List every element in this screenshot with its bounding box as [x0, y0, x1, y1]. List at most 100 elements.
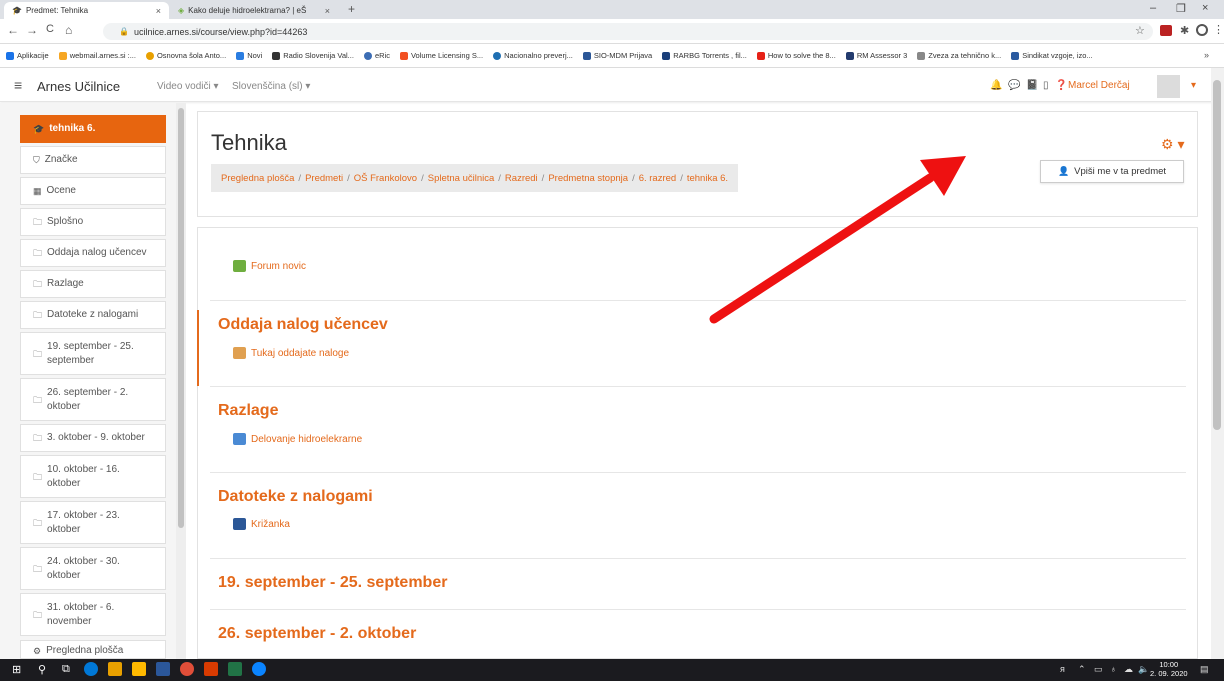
sidebar-item-week-10okt[interactable]: 🗀 10. oktober - 16. oktober [20, 455, 166, 498]
minimize-button[interactable]: – [1150, 2, 1156, 14]
breadcrumb-link[interactable]: Predmetna stopnja [548, 173, 628, 184]
help-icon[interactable]: ❓ [1055, 80, 1067, 91]
chrome-icon[interactable] [180, 662, 194, 676]
gear-icon[interactable]: ⚙ ▾ [1161, 136, 1184, 153]
chevron-up-icon[interactable]: ⌃ [1078, 664, 1086, 675]
sidebar-item-razlage[interactable]: 🗀 Razlage [20, 270, 166, 298]
new-tab-button[interactable]: + [348, 2, 355, 16]
breadcrumb-link[interactable]: OŠ Frankolovo [354, 173, 417, 184]
video-guides-menu[interactable]: Video vodiči ▾ [157, 81, 219, 92]
url-input[interactable]: 🔒 ucilnice.arnes.si/course/view.php?id=4… [103, 23, 1153, 40]
breadcrumb-link[interactable]: 6. razred [639, 173, 677, 184]
extension-icon[interactable] [1160, 25, 1172, 36]
sidebar-item-week-19sep[interactable]: 🗀 19. september - 25. september [20, 332, 166, 375]
taskbar-clock[interactable]: 10:00 2. 09. 2020 [1150, 660, 1188, 678]
breadcrumb-link[interactable]: Razredi [505, 173, 538, 184]
tab-hidroelektrarna[interactable]: ◈ Kako deluje hidroelektrarna? | eŠ × [170, 2, 338, 19]
sidebar-scrollbar-thumb[interactable] [178, 108, 184, 528]
profile-icon[interactable] [1196, 24, 1208, 36]
site-name-link[interactable]: Arnes Učilnice [37, 79, 120, 94]
breadcrumb-link[interactable]: tehnika 6. [687, 173, 728, 184]
windows-start-icon[interactable]: ⊞ [12, 663, 21, 676]
bookmark-item[interactable]: How to solve the 8... [756, 51, 836, 60]
book-icon[interactable]: 📓 [1026, 80, 1038, 91]
antivirus-icon[interactable]: ♁ [1110, 664, 1117, 674]
language-menu[interactable]: Slovenščina (sl) ▾ [232, 81, 310, 92]
bookmark-item[interactable]: webmail.arnes.si :... [58, 51, 136, 60]
sidebar-item-splosno[interactable]: 🗀 Splošno [20, 208, 166, 236]
sidebar-item-dashboard[interactable]: ⚙ Pregledna plošča [20, 640, 166, 659]
bookmark-item[interactable]: Volume Licensing S... [399, 51, 483, 60]
bookmark-item[interactable]: Novi [236, 51, 262, 60]
home-button[interactable]: ⌂ [65, 23, 72, 37]
page-scrollbar-thumb[interactable] [1213, 80, 1221, 430]
sidebar-item-znacke[interactable]: ⛉ Značke [20, 146, 166, 174]
people-icon[interactable]: ᴙ [1060, 664, 1065, 674]
sidebar-item-week-17okt[interactable]: 🗀 17. oktober - 23. oktober [20, 501, 166, 544]
activity-file[interactable]: Križanka [233, 518, 290, 530]
sidebar-item-week-31okt[interactable]: 🗀 31. oktober - 6. november [20, 593, 166, 636]
close-window-button[interactable]: × [1202, 2, 1208, 14]
bell-icon[interactable]: 🔔 [990, 80, 1002, 91]
sidebar-item-ocene[interactable]: ▦ Ocene [20, 177, 166, 205]
extensions-puzzle-icon[interactable]: ✱ [1180, 24, 1189, 37]
section-title[interactable]: Datoteke z nalogami [218, 488, 373, 506]
breadcrumb-link[interactable]: Pregledna plošča [221, 173, 294, 184]
onedrive-icon[interactable]: ☁ [1124, 664, 1133, 675]
section-title[interactable]: 19. september - 25. september [218, 574, 447, 592]
bookmark-item[interactable]: RARBG Torrents , fil... [662, 51, 747, 60]
sidebar-item-tehnika[interactable]: 🎓 tehnika 6. [20, 115, 166, 143]
reload-button[interactable]: C [46, 23, 54, 35]
activity-forum[interactable]: Forum novic [233, 260, 306, 272]
excel-icon[interactable] [228, 662, 242, 676]
bookmark-item[interactable]: eRic [363, 51, 390, 60]
store-icon[interactable] [132, 662, 146, 676]
section-title[interactable]: Oddaja nalog učencev [218, 316, 388, 334]
bookmark-star-icon[interactable]: ☆ [1135, 24, 1145, 37]
breadcrumb-link[interactable]: Spletna učilnica [428, 173, 495, 184]
breadcrumb-link[interactable]: Predmeti [305, 173, 343, 184]
word-icon[interactable] [156, 662, 170, 676]
section-title[interactable]: 26. september - 2. oktober [218, 625, 416, 643]
bookmark-item[interactable]: RM Assessor 3 [845, 51, 907, 60]
bookmark-item[interactable]: Radio Slovenija Val... [272, 51, 354, 60]
task-view-icon[interactable]: ⧉ [62, 663, 70, 676]
user-name[interactable]: Marcel Derčaj [1068, 80, 1130, 91]
enrol-button[interactable]: 👤 Vpiši me v ta predmet [1040, 160, 1184, 183]
bookmark-item[interactable]: Sindikat vzgoje, izo... [1011, 51, 1093, 60]
menu-dots-icon[interactable]: ⋮ [1213, 23, 1224, 36]
close-icon[interactable]: × [156, 6, 161, 16]
activity-assignment[interactable]: Tukaj oddajate naloge [233, 347, 349, 359]
search-icon[interactable]: ⚲ [38, 663, 46, 676]
sidebar-item-week-26sep[interactable]: 🗀 26. september - 2. oktober [20, 378, 166, 421]
sidebar-item-week-24okt[interactable]: 🗀 24. oktober - 30. oktober [20, 547, 166, 590]
network-icon[interactable]: ▭ [1094, 664, 1103, 675]
maximize-button[interactable]: ❐ [1176, 2, 1186, 15]
page-icon[interactable]: ▯ [1043, 80, 1049, 91]
activity-page[interactable]: Delovanje hidroelekrarne [233, 433, 362, 445]
bookmark-item[interactable]: SIO-MDM Prijava [582, 51, 652, 60]
bookmark-item[interactable]: Zveza za tehnično k... [917, 51, 1001, 60]
chat-icon[interactable]: 💬 [1008, 80, 1020, 91]
close-icon[interactable]: × [325, 6, 330, 16]
edge-icon[interactable] [84, 662, 98, 676]
sidebar-item-datoteke[interactable]: 🗀 Datoteke z nalogami [20, 301, 166, 329]
more-bookmarks-button[interactable]: » [1204, 50, 1209, 60]
section-title[interactable]: Razlage [218, 402, 278, 420]
sidebar-item-oddaja[interactable]: 🗀 Oddaja nalog učencev [20, 239, 166, 267]
user-menu-caret-icon[interactable]: ▾ [1191, 80, 1196, 91]
avatar[interactable] [1157, 75, 1180, 98]
edge-chromium-icon[interactable] [252, 662, 266, 676]
file-explorer-icon[interactable] [108, 662, 122, 676]
sidebar-item-week-3okt[interactable]: 🗀 3. oktober - 9. oktober [20, 424, 166, 452]
bookmark-item[interactable]: Aplikacije [6, 51, 49, 60]
notifications-icon[interactable]: ▤ [1200, 664, 1209, 675]
forward-button[interactable]: → [26, 23, 38, 37]
back-button[interactable]: ← [7, 23, 19, 37]
volume-icon[interactable]: 🔈 [1138, 664, 1149, 675]
powerpoint-icon[interactable] [204, 662, 218, 676]
bookmark-item[interactable]: Osnovna šola Anto... [145, 51, 226, 60]
tab-predmet-tehnika[interactable]: 🎓 Predmet: Tehnika × [4, 2, 169, 19]
menu-icon[interactable]: ≡ [14, 77, 22, 93]
bookmark-item[interactable]: Nacionalno preverj... [493, 51, 573, 60]
